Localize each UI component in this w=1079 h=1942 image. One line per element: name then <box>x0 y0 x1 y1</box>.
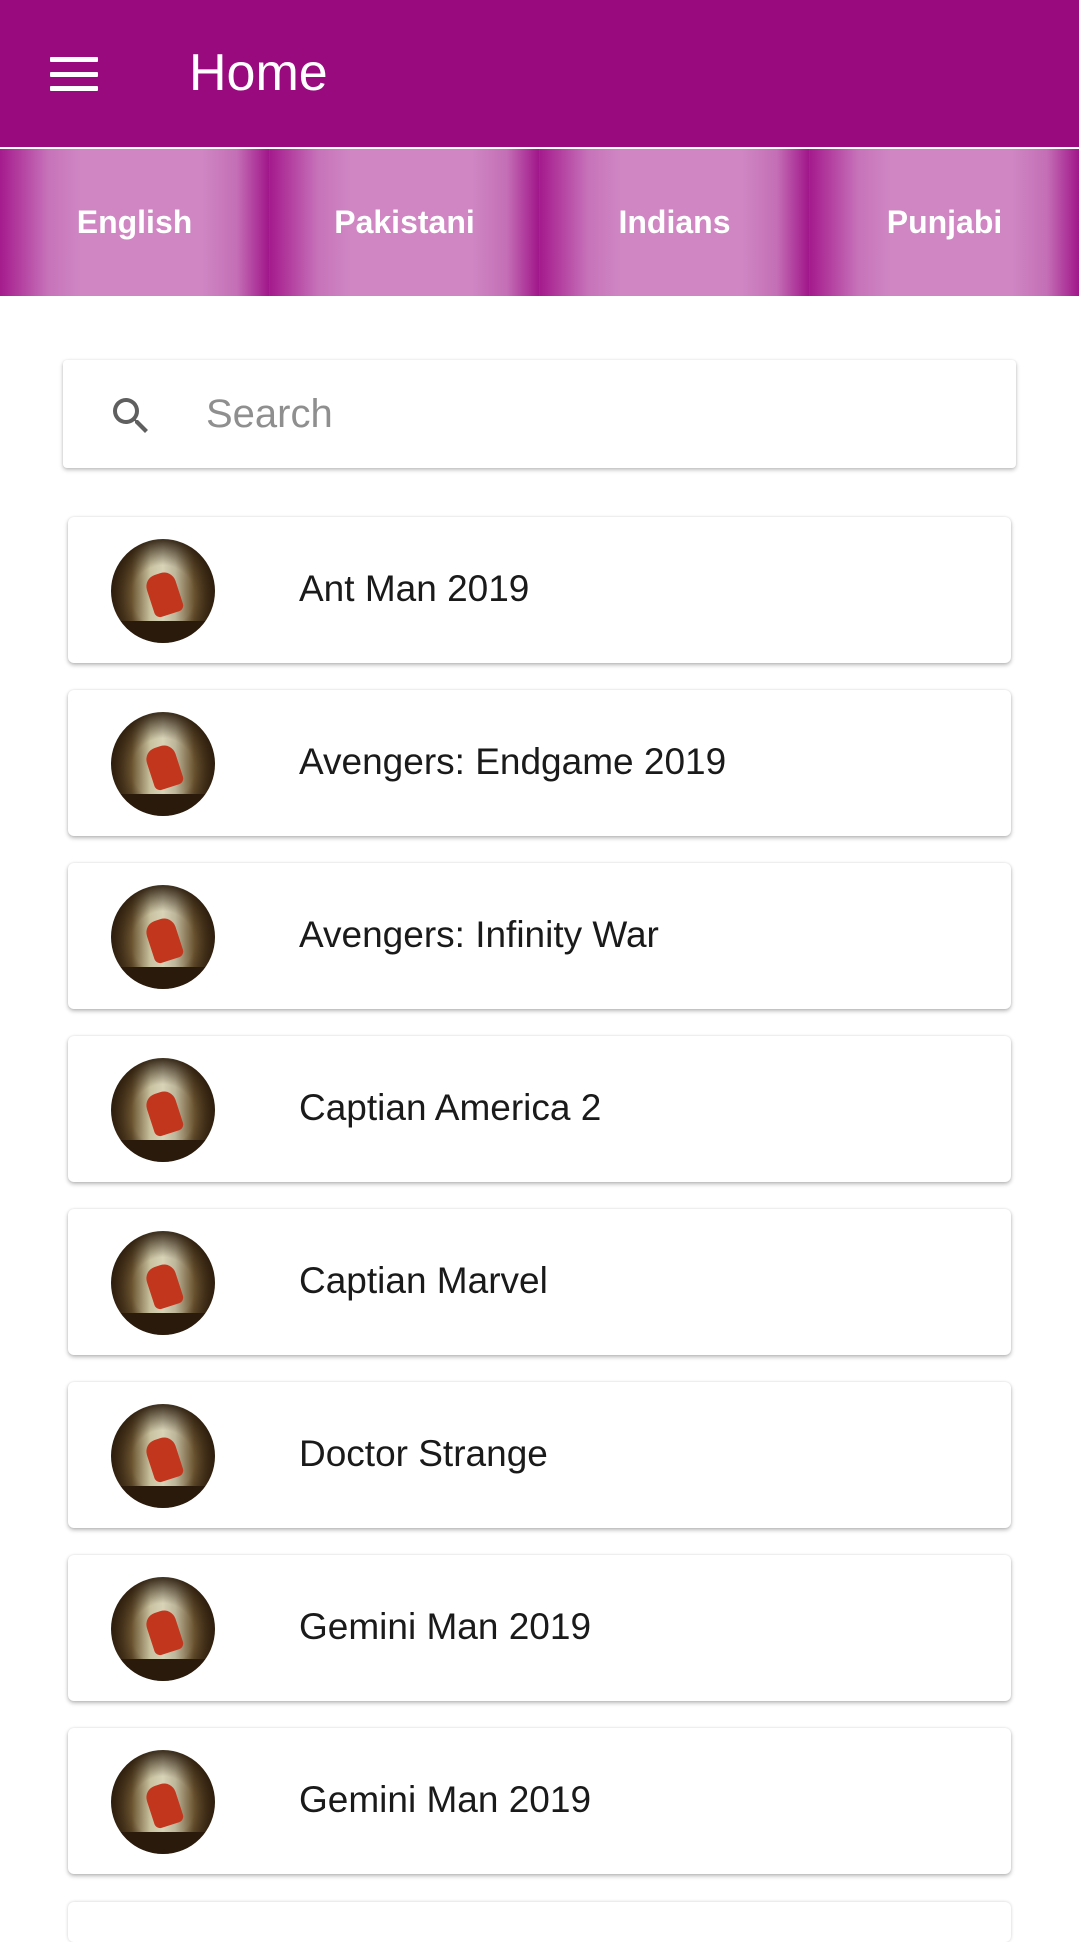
app-bar: Home <box>0 0 1079 147</box>
tab-punjabi[interactable]: Punjabi <box>810 149 1079 296</box>
movie-poster-avatar <box>111 539 215 643</box>
movie-poster-avatar <box>111 885 215 989</box>
list-item[interactable]: Gemini Man 2019 <box>68 1555 1011 1701</box>
movie-title: Gemini Man 2019 <box>299 1779 592 1820</box>
list-item-partial[interactable] <box>68 1902 1011 1942</box>
list-item[interactable]: Avengers: Endgame 2019 <box>68 690 1011 836</box>
search-icon[interactable] <box>107 392 155 440</box>
category-tabs: English Pakistani Indians Punjabi <box>0 149 1079 296</box>
movie-title: Doctor Strange <box>299 1433 548 1474</box>
movie-list: Ant Man 2019 Avengers: Endgame 2019 Aven… <box>68 517 1011 1901</box>
movie-poster-avatar <box>111 1577 215 1681</box>
list-item[interactable]: Gemini Man 2019 <box>68 1728 1011 1874</box>
search-input[interactable] <box>206 386 986 442</box>
tab-pakistani[interactable]: Pakistani <box>270 149 540 296</box>
movie-title: Gemini Man 2019 <box>299 1606 592 1647</box>
movie-title: Avengers: Infinity War <box>299 914 659 955</box>
tab-indians[interactable]: Indians <box>540 149 810 296</box>
movie-title: Avengers: Endgame 2019 <box>299 741 727 782</box>
movie-poster-avatar <box>111 1058 215 1162</box>
movie-poster-avatar <box>111 1231 215 1335</box>
hamburger-menu-icon[interactable] <box>34 44 114 104</box>
list-item[interactable]: Avengers: Infinity War <box>68 863 1011 1009</box>
page-title: Home <box>189 44 328 102</box>
movie-title: Captian Marvel <box>299 1260 548 1301</box>
tab-english[interactable]: English <box>0 149 270 296</box>
movie-title: Captian America 2 <box>299 1087 602 1128</box>
movie-poster-avatar <box>111 712 215 816</box>
search-bar <box>63 360 1016 468</box>
list-item[interactable]: Doctor Strange <box>68 1382 1011 1528</box>
list-item[interactable]: Captian America 2 <box>68 1036 1011 1182</box>
movie-title: Ant Man 2019 <box>299 568 530 609</box>
movie-poster-avatar <box>111 1750 215 1854</box>
list-item[interactable]: Ant Man 2019 <box>68 517 1011 663</box>
movie-poster-avatar <box>111 1404 215 1508</box>
hamburger-bars <box>50 57 98 91</box>
list-item[interactable]: Captian Marvel <box>68 1209 1011 1355</box>
